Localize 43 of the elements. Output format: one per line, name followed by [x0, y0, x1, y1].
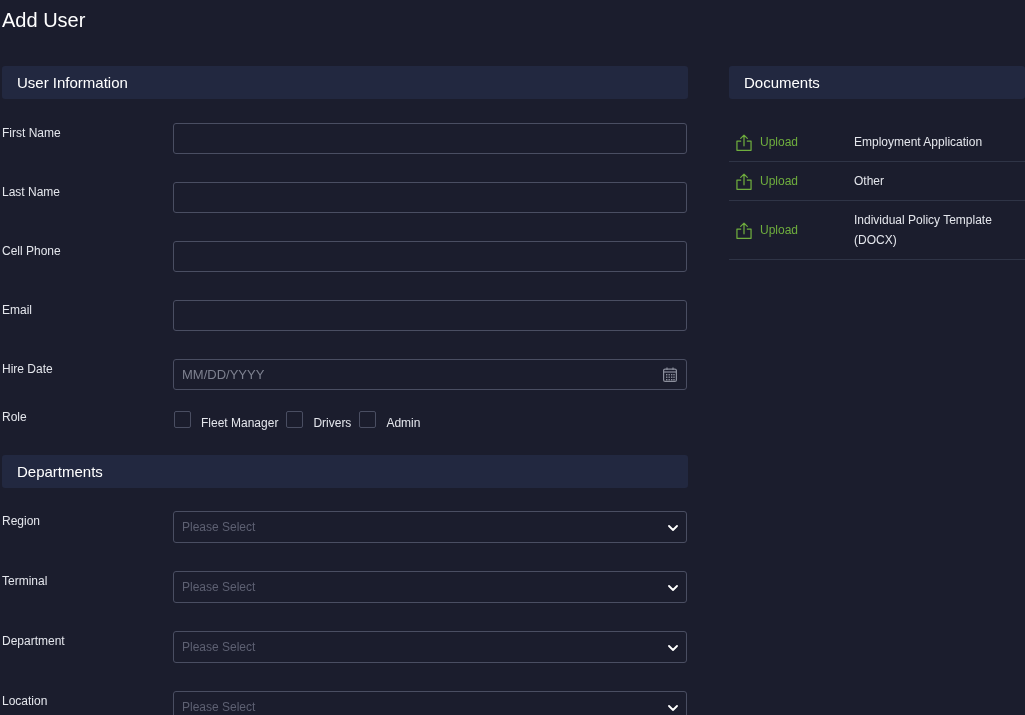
checkbox[interactable] [286, 411, 304, 428]
select-field[interactable]: Please Select [173, 511, 687, 543]
document-name: Individual Policy Template (DOCX) [854, 212, 993, 249]
text-input[interactable] [173, 241, 687, 272]
upload-button[interactable]: Upload [729, 171, 799, 191]
field-label: Hire Date [2, 361, 54, 377]
document-name: Other [854, 173, 885, 190]
upload-icon [736, 172, 752, 190]
chevron-down-icon [668, 585, 678, 591]
field-label: Email [2, 302, 33, 318]
chevron-down-icon [668, 645, 678, 651]
field-label: Role [2, 409, 28, 425]
field-label: Terminal [2, 573, 49, 589]
field-label: Region [2, 513, 42, 529]
field-label: First Name [2, 125, 62, 141]
field-label: Location [2, 693, 49, 709]
section-header: Documents [729, 66, 1025, 99]
page-title: Add User [1, 8, 87, 32]
date-input[interactable]: MM/DD/YYYY [173, 359, 687, 390]
checkbox-label: Drivers [313, 415, 352, 431]
section-header: User Information [2, 66, 688, 99]
checkbox-label: Admin [386, 415, 421, 431]
checkbox[interactable] [174, 411, 191, 428]
text-input[interactable] [173, 123, 687, 154]
field-label: Last Name [2, 184, 62, 200]
select-field[interactable]: Please Select [173, 691, 687, 715]
select-field[interactable]: Please Select [173, 631, 687, 663]
text-input[interactable] [173, 182, 687, 213]
field-label: Department [2, 633, 66, 649]
select-field[interactable]: Please Select [173, 571, 687, 603]
checkbox-label: Fleet Manager [201, 415, 279, 431]
chevron-down-icon [668, 705, 678, 711]
upload-icon [736, 221, 752, 239]
upload-button[interactable]: Upload [729, 220, 799, 240]
document-name: Employment Application [854, 134, 984, 151]
field-label: Cell Phone [2, 243, 62, 259]
upload-button[interactable]: Upload [729, 132, 799, 152]
calendar-icon[interactable] [663, 367, 677, 382]
upload-icon [736, 133, 752, 151]
checkbox[interactable] [359, 411, 377, 428]
section-header: Departments [2, 455, 688, 488]
text-input[interactable] [173, 300, 687, 331]
chevron-down-icon [668, 525, 678, 531]
